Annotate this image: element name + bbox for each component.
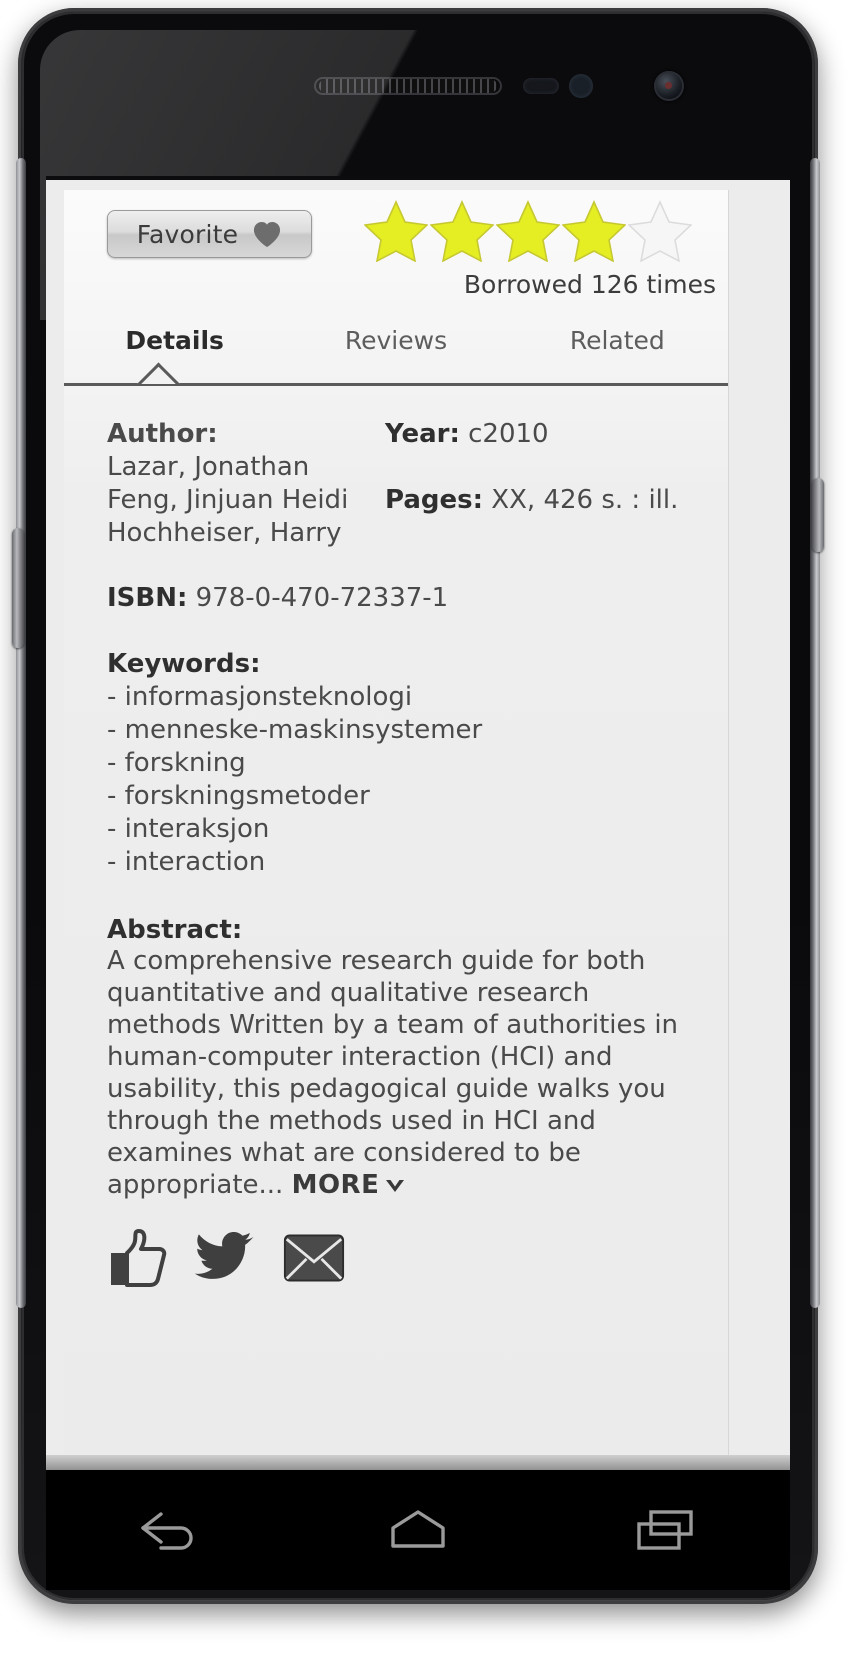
star-icon-filled-1: [364, 200, 428, 262]
heart-icon: [254, 222, 281, 248]
author-name-3: Hochheiser, Harry: [107, 518, 342, 548]
abstract-text-block: A comprehensive research guide for both …: [107, 945, 685, 1201]
keyword-item: - menneske-maskinsystemer: [107, 715, 483, 745]
front-camera: [654, 71, 684, 101]
tab-reviews[interactable]: Reviews: [285, 322, 506, 355]
power-button[interactable]: [812, 478, 824, 552]
keyword-item: - interaksjon: [107, 814, 270, 844]
pages-label: Pages:: [385, 485, 484, 515]
keywords-label: Keywords:: [107, 649, 261, 679]
favorite-button[interactable]: Favorite: [107, 210, 312, 258]
thumbs-up-icon[interactable]: [107, 1229, 169, 1287]
chevron-down-icon: [386, 1180, 405, 1192]
android-navigation-bar: [46, 1470, 790, 1590]
envelope-icon[interactable]: [283, 1229, 345, 1287]
isbn-value: 978-0-470-72337-1: [195, 583, 449, 613]
star-icon-empty-5: [628, 200, 692, 262]
twitter-bird-icon[interactable]: [195, 1229, 257, 1287]
borrowed-count: Borrowed 126 times: [463, 270, 716, 299]
pages-row: Pages: XX, 426 s. : ill.: [385, 484, 685, 517]
tab-related[interactable]: Related: [507, 322, 728, 355]
home-button[interactable]: [370, 1497, 466, 1563]
tab-underline: [64, 374, 728, 392]
year-value: c2010: [468, 419, 549, 449]
keyword-item: - forskningsmetoder: [107, 781, 370, 811]
device-chrome-band: [46, 1455, 790, 1471]
app-page: Favorite Borrowed 126 times Details Revi…: [64, 190, 728, 1470]
recents-icon: [637, 1510, 693, 1550]
isbn-row: ISBN: 978-0-470-72337-1: [107, 583, 685, 613]
volume-button[interactable]: [12, 528, 24, 648]
abstract-text: A comprehensive research guide for both …: [107, 946, 679, 1200]
more-label: MORE: [291, 1170, 380, 1200]
header-row: Favorite Borrowed 126 times: [64, 190, 728, 302]
back-arrow-icon: [141, 1512, 193, 1550]
author-name-1: Lazar, Jonathan: [107, 452, 310, 482]
phone-screen: Favorite Borrowed 126 times Details Revi…: [46, 180, 790, 1470]
isbn-label: ISBN:: [107, 583, 188, 613]
favorite-button-label: Favorite: [136, 219, 239, 249]
year-pages-block: Year: c2010 Pages: XX, 426 s. : ill.: [385, 418, 685, 550]
star-rating[interactable]: [364, 198, 692, 262]
more-link[interactable]: MORE: [292, 1170, 407, 1200]
star-icon-filled-3: [496, 200, 560, 262]
tab-active-pointer: [130, 358, 200, 384]
keyword-item: - interaction: [107, 847, 266, 877]
proximity-sensor: [523, 78, 559, 94]
phone-left-rim: [16, 158, 26, 1308]
social-share-row: [107, 1229, 685, 1327]
meta-block: Author: Lazar, Jonathan Feng, Jinjuan He…: [107, 418, 685, 550]
keywords-list: - informasjonsteknologi - menneske-maski…: [107, 681, 685, 879]
earpiece-mesh: [319, 79, 497, 93]
phone-right-rim: [810, 158, 820, 1308]
author-label: Author:: [107, 419, 218, 449]
keyword-item: - forskning: [107, 748, 246, 778]
author-block: Author: Lazar, Jonathan Feng, Jinjuan He…: [107, 418, 385, 550]
star-icon-filled-4: [562, 200, 626, 262]
keyword-item: - informasjonsteknologi: [107, 682, 413, 712]
back-button[interactable]: [122, 1497, 218, 1563]
year-label: Year:: [385, 419, 460, 449]
pages-value: XX, 426 s. : ill.: [491, 485, 679, 515]
year-row: Year: c2010: [385, 418, 685, 451]
author-name-2: Feng, Jinjuan Heidi: [107, 485, 349, 515]
recents-button[interactable]: [618, 1497, 714, 1563]
home-icon: [391, 1510, 445, 1548]
tab-details[interactable]: Details: [64, 322, 285, 355]
details-panel: Author: Lazar, Jonathan Feng, Jinjuan He…: [64, 418, 728, 1327]
abstract-label: Abstract:: [107, 915, 243, 945]
earpiece-speaker: [314, 77, 502, 95]
star-icon-filled-2: [430, 200, 494, 262]
light-sensor: [569, 74, 593, 98]
